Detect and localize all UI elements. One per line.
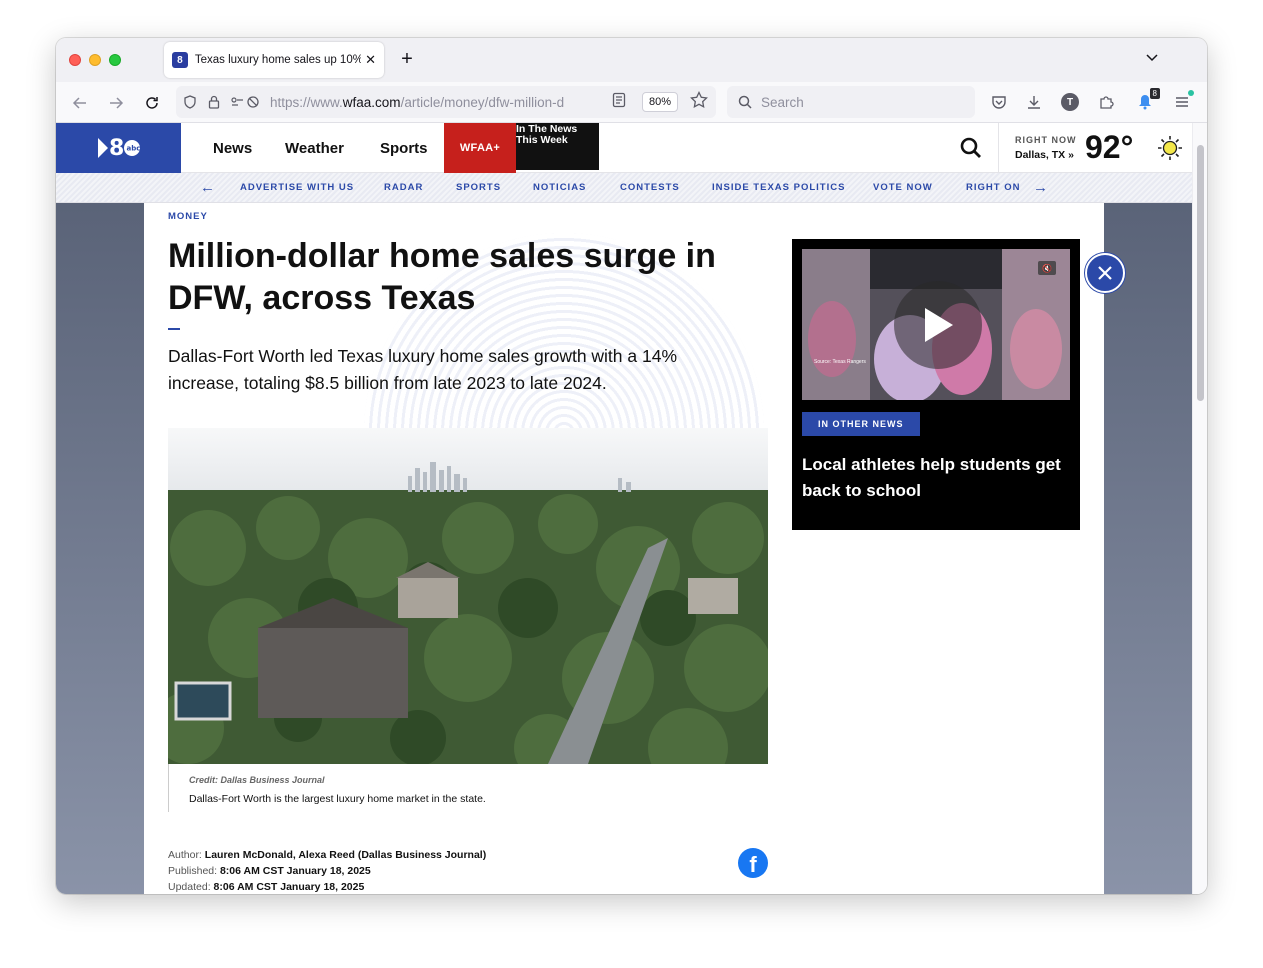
nav-sports[interactable]: Sports	[380, 123, 428, 173]
tab-strip: 8 Texas luxury home sales up 10% ✕ +	[56, 38, 1207, 82]
article-updated: Updated: 8:06 AM CST January 18, 2025	[168, 881, 365, 893]
bookmark-star-icon[interactable]	[690, 90, 708, 114]
hero-image[interactable]	[168, 428, 768, 764]
search-bar[interactable]: Search	[727, 86, 975, 118]
article-published: Published: 8:06 AM CST January 18, 2025	[168, 865, 371, 877]
video-player-card[interactable]: 🔇 Source: Texas Rangers IN OTHER NEWS Lo…	[792, 239, 1080, 530]
tab-list-chevron-icon[interactable]	[1145, 50, 1159, 66]
navigation-toolbar: https://www.wfaa.com/article/money/dfw-m…	[56, 82, 1207, 123]
sun-icon	[1158, 136, 1182, 160]
wfaa-logo[interactable]: 8 abc	[56, 123, 181, 173]
headline-divider	[168, 328, 180, 330]
close-video-icon[interactable]	[1085, 253, 1125, 293]
reader-view-icon[interactable]	[612, 92, 626, 111]
svg-text:abc: abc	[126, 145, 140, 153]
scrollbar-thumb[interactable]	[1197, 145, 1204, 401]
play-icon[interactable]	[894, 281, 982, 369]
image-credit: Credit: Dallas Business Journal	[189, 775, 325, 785]
nav-news[interactable]: News	[213, 123, 252, 173]
article-summary: Dallas-Fort Worth led Texas luxury home …	[168, 346, 678, 393]
subnav-contests[interactable]: CONTESTS	[620, 182, 680, 193]
zoom-window-button[interactable]	[109, 54, 121, 66]
menu-hamburger-icon[interactable]	[1171, 90, 1194, 113]
nav-weather[interactable]: Weather	[285, 123, 344, 173]
subnav-right-on[interactable]: RIGHT ON	[966, 182, 1022, 193]
tracking-protection-shield-icon[interactable]	[180, 92, 200, 112]
section-nav: ← ADVERTISE WITH US RADAR SPORTS NOTICIA…	[56, 173, 1192, 203]
downloads-icon[interactable]	[1023, 91, 1045, 113]
new-tab-button[interactable]: +	[396, 48, 418, 70]
reload-icon[interactable]	[139, 90, 165, 116]
notifications-bell-icon[interactable]: 8	[1134, 88, 1160, 113]
minimize-window-button[interactable]	[89, 54, 101, 66]
close-window-button[interactable]	[69, 54, 81, 66]
image-caption-block: Credit: Dallas Business Journal Dallas-F…	[168, 764, 768, 812]
search-icon	[735, 92, 755, 112]
tab-active[interactable]: 8 Texas luxury home sales up 10% ✕	[164, 42, 384, 78]
site-header: 8 abc News Weather Sports WFAA+ In The N…	[56, 123, 1192, 173]
web-page: 8 abc News Weather Sports WFAA+ In The N…	[56, 123, 1192, 894]
video-thumbnail[interactable]: 🔇 Source: Texas Rangers	[802, 249, 1070, 400]
facebook-share-icon[interactable]: f	[738, 848, 768, 878]
account-avatar[interactable]: T	[1059, 91, 1081, 113]
subnav-next-arrow-icon[interactable]: →	[1033, 179, 1048, 196]
page-gutter-right	[1104, 203, 1192, 894]
notification-count-badge: 8	[1149, 88, 1160, 99]
wfaa-favicon-icon: 8	[172, 52, 188, 68]
article-author: Author: Lauren McDonald, Alexa Reed (Dal…	[168, 849, 487, 861]
article-category[interactable]: MONEY	[168, 211, 208, 222]
subnav-inside-texas-politics[interactable]: INSIDE TEXAS POLITICS	[712, 182, 845, 193]
video-title[interactable]: Local athletes help students get back to…	[802, 452, 1062, 504]
zoom-level-button[interactable]: 80%	[641, 92, 678, 112]
video-source-credit: Source: Texas Rangers	[814, 359, 866, 365]
extensions-puzzle-icon[interactable]	[1095, 91, 1117, 113]
subnav-advertise[interactable]: ADVERTISE WITH US	[240, 182, 354, 193]
subnav-sports[interactable]: SPORTS	[456, 182, 501, 193]
article-container: MONEY Million-dollar home sales surge in…	[144, 203, 1104, 894]
weather-temperature: 92°	[1085, 129, 1134, 165]
article-headline: Million-dollar home sales surge in DFW, …	[168, 237, 716, 317]
weather-widget[interactable]: RIGHT NOW Dallas, TX » 92°	[998, 123, 1192, 173]
tab-title: Texas luxury home sales up 10%	[194, 54, 362, 66]
weather-label: RIGHT NOW	[1015, 135, 1077, 145]
in-the-news-this-week-link[interactable]: In The News This Week	[516, 123, 599, 170]
wfaa-plus-link[interactable]: WFAA+	[444, 123, 516, 173]
mute-icon[interactable]: 🔇	[1038, 261, 1056, 275]
subnav-prev-arrow-icon[interactable]: ←	[200, 179, 215, 196]
browser-window: 8 Texas luxury home sales up 10% ✕ + htt…	[56, 38, 1207, 894]
back-arrow-icon[interactable]	[67, 90, 93, 116]
permissions-icon[interactable]	[228, 92, 264, 112]
weather-city[interactable]: Dallas, TX »	[1015, 149, 1074, 161]
forward-arrow-icon[interactable]	[103, 90, 129, 116]
image-caption: Dallas-Fort Worth is the largest luxury …	[189, 793, 486, 805]
lock-icon[interactable]	[204, 92, 224, 112]
url-bar[interactable]: https://www.wfaa.com/article/money/dfw-m…	[176, 86, 716, 118]
site-search-icon[interactable]	[960, 137, 982, 165]
subnav-vote-now[interactable]: VOTE NOW	[873, 182, 933, 193]
subnav-noticias[interactable]: NOTICIAS	[533, 182, 586, 193]
search-placeholder: Search	[761, 94, 804, 110]
subnav-radar[interactable]: RADAR	[384, 182, 423, 193]
url-text[interactable]: https://www.wfaa.com/article/money/dfw-m…	[270, 95, 590, 110]
svg-text:8: 8	[109, 136, 124, 161]
in-other-news-badge: IN OTHER NEWS	[802, 412, 920, 436]
page-scrollbar[interactable]	[1192, 123, 1207, 894]
tab-close-icon[interactable]: ✕	[365, 52, 376, 68]
update-indicator-dot	[1188, 90, 1194, 96]
page-gutter-left	[56, 203, 144, 894]
pocket-icon[interactable]	[988, 91, 1010, 113]
